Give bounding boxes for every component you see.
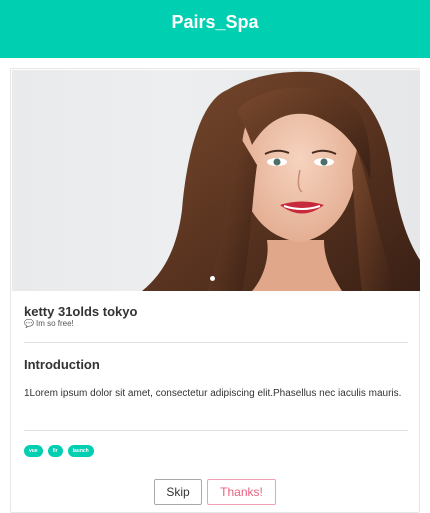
tag-list: vue fir launch xyxy=(24,445,94,457)
thanks-button[interactable]: Thanks! xyxy=(207,479,276,505)
tag-chip[interactable]: fir xyxy=(47,445,63,457)
skip-button[interactable]: Skip xyxy=(154,479,202,505)
divider xyxy=(24,430,408,431)
portrait-image xyxy=(142,71,420,291)
app-title: Pairs_Spa xyxy=(171,12,259,32)
tag-chip[interactable]: vue xyxy=(24,445,43,457)
profile-photo[interactable] xyxy=(12,70,420,291)
app-header: Pairs_Spa xyxy=(0,0,430,58)
introduction-text: 1Lorem ipsum dolor sit amet, consectetur… xyxy=(24,388,402,399)
profile-status: 💬 Im so free! xyxy=(24,319,74,328)
divider xyxy=(24,342,408,343)
speech-bubble-icon: 💬 xyxy=(24,319,34,328)
tag-chip[interactable]: launch xyxy=(67,445,94,457)
introduction-title: Introduction xyxy=(24,357,100,372)
carousel-dot[interactable] xyxy=(210,276,215,281)
profile-card: ketty 31olds tokyo 💬 Im so free! Introdu… xyxy=(10,68,420,513)
status-text: Im so free! xyxy=(35,319,74,328)
profile-name: ketty 31olds tokyo xyxy=(24,304,138,319)
